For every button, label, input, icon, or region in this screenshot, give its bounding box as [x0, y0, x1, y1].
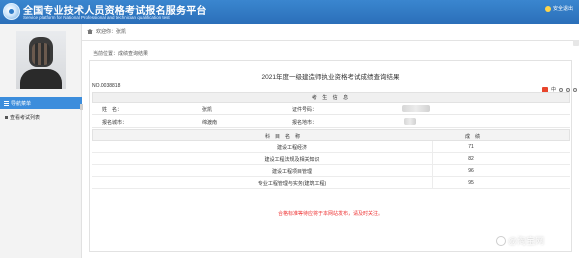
watermark-text: @淘宝网 [508, 236, 545, 246]
section-title: 考 生 信 息 [92, 92, 570, 103]
id-label: 证件号码： [292, 107, 318, 113]
subject-cell: 建设工程经济 [276, 145, 307, 151]
sidebar-collapse-handle[interactable] [80, 104, 83, 110]
score-cell: 71 [468, 144, 474, 150]
keyboard-icon[interactable] [573, 87, 578, 92]
subject-column-header: 科 目 名 称 [265, 134, 301, 140]
place-value-redacted [404, 118, 416, 125]
score-column-header: 成 绩 [465, 134, 481, 140]
platform-subtitle: Service platform for National Profession… [23, 15, 170, 20]
menu-icon [4, 100, 9, 106]
notice-text: 合格标准等待应将于本网站发布，请及时关注。 [277, 211, 383, 217]
nav-menu-title: 导航菜单 [11, 100, 32, 107]
welcome-text: 欢迎你：张凯 [96, 29, 127, 35]
table-row: 建设工程法规及相关知识 82 [92, 153, 570, 165]
scrollbar[interactable] [573, 40, 579, 46]
city-value: 绵渡南 [202, 120, 218, 126]
home-icon [87, 29, 93, 34]
table-row: 专业工程管理与实务(建筑工程) 95 [92, 177, 570, 189]
info-row-city: 报名城市： 绵渡南 报名地市： [92, 116, 570, 128]
name-label: 姓 名： [102, 107, 123, 113]
emoji-icon[interactable] [559, 87, 564, 92]
page-title: 2021年度一级建造师执业资格考试成绩查询结果 [261, 74, 400, 81]
subject-cell: 建设工程项目管理 [271, 169, 312, 175]
nav-menu-header[interactable]: 导航菜单 [0, 97, 82, 109]
watermark: @淘宝网 [496, 234, 544, 247]
welcome-bar: 欢迎你：张凯 [87, 28, 126, 35]
score-cell: 82 [468, 156, 474, 162]
platform-logo-icon [3, 3, 20, 20]
subject-cell: 专业工程管理与实务(建筑工程) [257, 181, 327, 187]
name-value: 张凯 [202, 107, 213, 113]
info-row-name: 姓 名： 张凯 证件号码： [92, 103, 570, 115]
subject-cell: 建设工程法规及相关知识 [264, 157, 320, 163]
table-row: 建设工程项目管理 96 [92, 165, 570, 177]
list-icon [5, 116, 8, 119]
avatar [16, 31, 66, 89]
id-value-redacted [402, 105, 430, 112]
sidebar: 导航菜单 查看考试列表 [0, 24, 83, 258]
watermark-logo-icon [496, 235, 506, 246]
result-panel: 2021年度一级建造师执业资格考试成绩查询结果 NO.0038818 中 考 生… [89, 60, 578, 252]
divider [82, 40, 579, 41]
breadcrumb: 当前位置：成绩查询结果 [93, 51, 149, 57]
voice-icon[interactable] [566, 87, 571, 92]
logout-icon [544, 5, 551, 12]
score-table-header: 科 目 名 称 成 绩 [92, 129, 570, 141]
sidebar-item-label: 查看考试列表 [10, 115, 41, 121]
score-cell: 96 [468, 168, 474, 174]
place-label: 报名地市： [292, 120, 318, 126]
top-header: 全国专业技术人员资格考试报名服务平台 Service platform for … [0, 0, 579, 24]
city-label: 报名城市： [102, 120, 128, 126]
table-row: 建设工程经济 71 [92, 141, 570, 153]
document-number: NO.0038818 [92, 83, 121, 89]
logout-button[interactable]: 安全退出 [544, 5, 573, 12]
sidebar-item-exam-list[interactable]: 查看考试列表 [0, 112, 82, 123]
score-cell: 95 [468, 180, 474, 186]
logout-label: 安全退出 [552, 6, 573, 12]
